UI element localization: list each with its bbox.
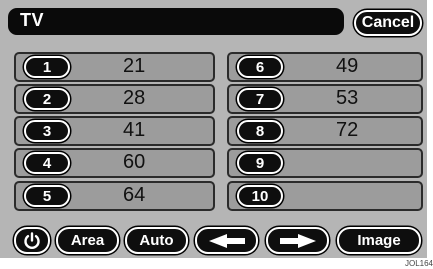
preset-7[interactable]: 7 53 [227,84,423,114]
preset-8[interactable]: 8 72 [227,116,423,146]
power-button[interactable] [14,227,50,254]
preset-number-badge: 10 [237,185,283,207]
preset-channel: 28 [123,87,146,109]
preset-number-badge: 2 [24,88,70,110]
seek-up-button[interactable] [266,227,329,254]
power-icon [23,231,41,250]
preset-number-badge: 8 [237,120,283,142]
area-button[interactable]: Area [56,227,119,254]
preset-3[interactable]: 3 41 [14,116,215,146]
preset-number-badge: 5 [24,185,70,207]
arrow-right-icon [279,233,317,249]
preset-number-badge: 7 [237,88,283,110]
preset-number-badge: 9 [237,152,283,174]
preset-1[interactable]: 1 21 [14,52,215,82]
preset-number-badge: 4 [24,152,70,174]
preset-channel: 60 [123,151,146,173]
preset-channel: 64 [123,184,146,206]
auto-button[interactable]: Auto [125,227,188,254]
preset-channel: 72 [336,119,359,141]
preset-5[interactable]: 5 64 [14,181,215,211]
preset-9[interactable]: 9 [227,148,423,178]
preset-channel: 21 [123,55,146,77]
preset-number-badge: 1 [24,56,70,78]
tv-screen: TV Cancel 1 21 2 28 3 41 4 60 5 64 6 49 … [0,0,427,258]
arrow-left-icon [208,233,246,249]
preset-number-badge: 3 [24,120,70,142]
preset-number-badge: 6 [237,56,283,78]
preset-2[interactable]: 2 28 [14,84,215,114]
preset-6[interactable]: 6 49 [227,52,423,82]
figure-code: JOL164 [404,259,433,268]
seek-down-button[interactable] [195,227,258,254]
preset-channel: 41 [123,119,146,141]
page-title: TV [20,10,45,30]
preset-4[interactable]: 4 60 [14,148,215,178]
title-bar: TV [8,8,344,35]
image-button[interactable]: Image [337,227,421,254]
cancel-button[interactable]: Cancel [354,10,422,36]
preset-channel: 49 [336,55,359,77]
preset-10[interactable]: 10 [227,181,423,211]
preset-channel: 53 [336,87,359,109]
